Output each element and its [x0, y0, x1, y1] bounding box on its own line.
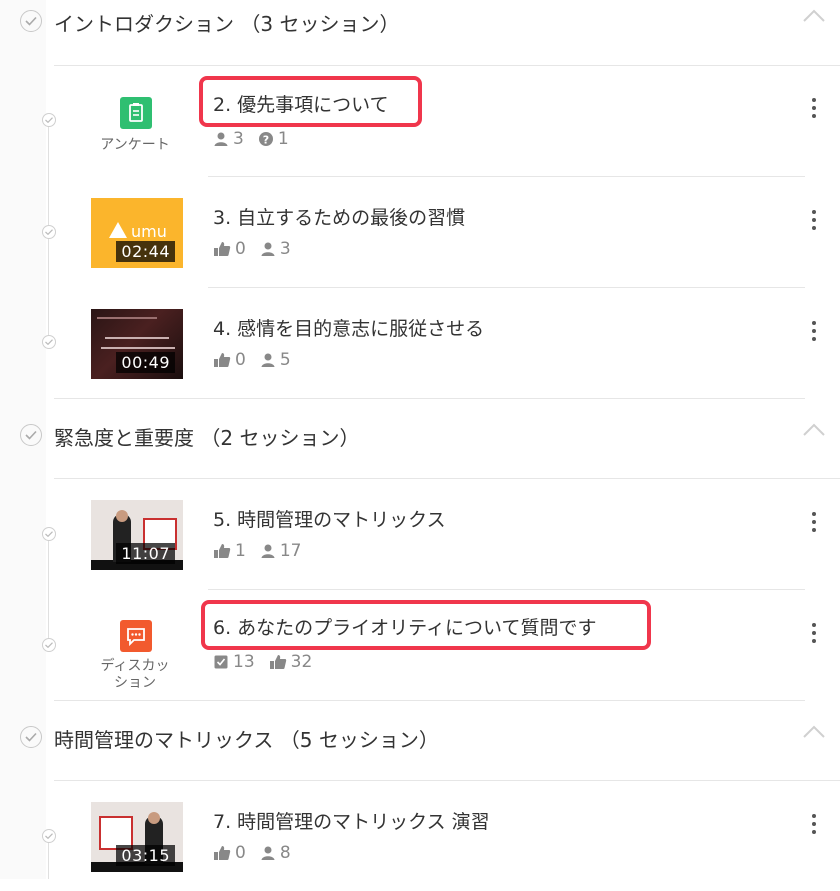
stat-value: 17: [279, 541, 302, 561]
kebab-icon[interactable]: [808, 321, 820, 345]
divider: [54, 700, 805, 701]
thumbs-up-icon: [214, 846, 231, 860]
type-label-line: ディスカッ: [100, 658, 170, 674]
stat-value: 1: [235, 541, 246, 561]
session-title[interactable]: 5. 時間管理のマトリックス: [213, 505, 446, 532]
session-item[interactable]: umu 02:44 3. 自立するための最後の習慣 0 3: [0, 177, 840, 287]
session-item[interactable]: 11:07 5. 時間管理のマトリックス 1 17: [0, 479, 840, 589]
thumbs-up-icon: [214, 242, 231, 256]
stat-value: 8: [279, 843, 291, 863]
check-icon: [20, 10, 42, 32]
thumbs-up-icon: [214, 544, 231, 558]
stat-value: 3: [233, 129, 244, 149]
user-icon: [261, 544, 275, 558]
session-title[interactable]: 7. 時間管理のマトリックス 演習: [213, 807, 490, 834]
video-thumbnail[interactable]: 00:49: [91, 309, 183, 379]
kebab-icon[interactable]: [808, 98, 820, 122]
section-header[interactable]: 緊急度と重要度 （2 セッション）: [0, 414, 840, 474]
type-label-line: ション: [114, 675, 156, 691]
kebab-icon[interactable]: [808, 814, 820, 838]
divider: [54, 398, 805, 399]
likes-stat: 0: [213, 350, 246, 370]
kebab-icon[interactable]: [808, 512, 820, 536]
section-header[interactable]: イントロダクション （3 セッション）: [0, 0, 840, 60]
check-icon: [42, 225, 56, 239]
question-icon: ?: [258, 132, 273, 147]
session-title[interactable]: 2. 優先事項について: [213, 90, 389, 117]
thumbs-up-icon: [214, 353, 231, 367]
video-duration: 03:15: [116, 845, 175, 866]
user-icon: [214, 132, 228, 146]
likes-stat: 1: [213, 541, 246, 561]
chevron-up-icon[interactable]: [802, 422, 826, 442]
participants-stat: 8: [260, 843, 291, 863]
section-title: イントロダクション （3 セッション）: [54, 12, 400, 36]
participants-stat: 3: [260, 239, 291, 259]
session-item[interactable]: アンケート 2. 優先事項について 3 ? 1: [0, 66, 840, 176]
chevron-up-icon[interactable]: [802, 724, 826, 744]
stat-value: 0: [235, 350, 246, 370]
stat-value: 5: [279, 350, 291, 370]
thumbs-up-icon: [269, 655, 286, 669]
check-icon: [42, 638, 56, 652]
type-label: ディスカッ ション: [92, 658, 178, 692]
user-icon: [261, 242, 275, 256]
svg-text:?: ?: [263, 134, 269, 147]
session-title[interactable]: 4. 感情を目的意志に服従させる: [213, 314, 484, 341]
likes-stat: 0: [213, 843, 246, 863]
section-header[interactable]: 時間管理のマトリックス （5 セッション）: [0, 716, 840, 776]
umu-logo-icon: [109, 222, 127, 238]
stat-value: 1: [277, 129, 289, 149]
check-icon: [42, 113, 56, 127]
participants-stat: 17: [260, 541, 302, 561]
likes-stat: 32: [269, 652, 313, 672]
session-item[interactable]: 03:15 7. 時間管理のマトリックス 演習 0 8: [0, 781, 840, 891]
survey-icon: [120, 97, 152, 129]
participants-stat: 5: [260, 350, 291, 370]
video-duration: 00:49: [116, 352, 175, 373]
check-icon: [20, 726, 42, 748]
session-item[interactable]: ディスカッ ション 6. あなたのプライオリティについて質問です 13 32: [0, 590, 840, 700]
check-icon: [20, 424, 42, 446]
section-title: 時間管理のマトリックス （5 セッション）: [54, 728, 439, 752]
section-title: 緊急度と重要度 （2 セッション）: [54, 426, 360, 450]
kebab-icon[interactable]: [808, 210, 820, 234]
chevron-up-icon[interactable]: [802, 8, 826, 28]
discussion-icon: [120, 620, 152, 652]
video-thumbnail[interactable]: umu 02:44: [91, 198, 183, 268]
stat-value: 13: [233, 652, 255, 672]
check-icon: [42, 527, 56, 541]
thumb-brand: umu: [131, 222, 167, 241]
kebab-icon[interactable]: [808, 623, 820, 647]
checkbox-icon: [214, 655, 228, 669]
user-icon: [261, 846, 275, 860]
stat-value: 32: [290, 652, 313, 672]
stat-value: 3: [279, 239, 291, 259]
session-title[interactable]: 6. あなたのプライオリティについて質問です: [213, 613, 596, 640]
user-icon: [261, 353, 275, 367]
check-icon: [42, 335, 56, 349]
likes-stat: 0: [213, 239, 246, 259]
participants-stat: 3: [213, 129, 244, 149]
video-duration: 11:07: [116, 543, 175, 564]
video-thumbnail[interactable]: 11:07: [91, 500, 183, 570]
video-thumbnail[interactable]: 03:15: [91, 802, 183, 872]
answers-stat: 13: [213, 652, 255, 672]
stat-value: 0: [235, 239, 246, 259]
questions-stat: ? 1: [258, 129, 289, 149]
check-icon: [42, 829, 56, 843]
session-title[interactable]: 3. 自立するための最後の習慣: [213, 203, 465, 230]
stat-value: 0: [235, 843, 246, 863]
video-duration: 02:44: [116, 241, 175, 262]
type-label: アンケート: [100, 137, 170, 153]
session-item[interactable]: 00:49 4. 感情を目的意志に服従させる 0 5: [0, 288, 840, 398]
